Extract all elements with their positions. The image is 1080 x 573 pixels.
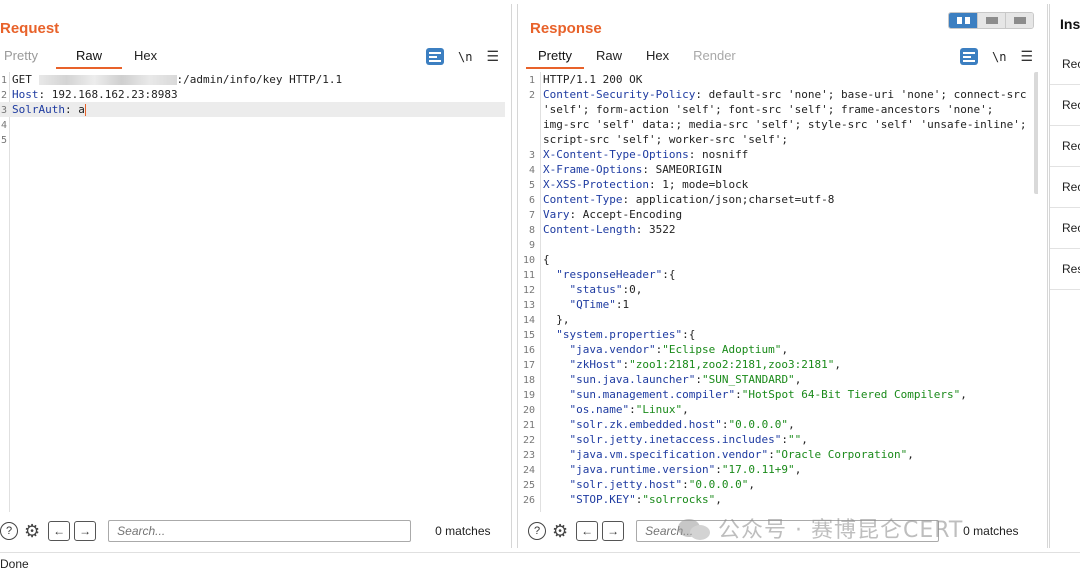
request-line: 5: [0, 135, 7, 146]
redacted-path: [38, 75, 177, 85]
response-json-line: 11 "responseHeader":{: [522, 268, 676, 281]
inspector-item[interactable]: Rec: [1050, 167, 1080, 208]
newline-toggle-icon[interactable]: \n: [992, 50, 1006, 64]
watermark: 公众号 · 赛博昆仑CERT: [676, 512, 963, 544]
response-json-line: 18 "sun.java.launcher":"SUN_STANDARD",: [522, 373, 802, 386]
request-match-count: 0 matches: [435, 524, 491, 538]
response-header-line: img-src 'self' data:; media-src 'self'; …: [543, 118, 1027, 131]
response-panel: Response Pretty Raw Hex Render \n ☰ 1 HTT…: [517, 4, 1048, 548]
tab-render[interactable]: Render: [681, 47, 748, 69]
watermark-text: 公众号 · 赛博昆仑CERT: [718, 518, 964, 543]
menu-icon[interactable]: ☰: [1020, 48, 1033, 65]
tab-pretty[interactable]: Pretty: [526, 47, 584, 69]
response-json-line: 22 "solr.jetty.inetaccess.includes":"",: [522, 433, 808, 446]
layout-tabs-icon[interactable]: [1005, 13, 1033, 28]
tab-raw[interactable]: Raw: [55, 47, 122, 69]
response-title: Response: [530, 20, 602, 37]
inspector-item[interactable]: Rec: [1050, 44, 1080, 85]
response-editor[interactable]: 1 HTTP/1.1 200 OK 2 Content-Security-Policy…: [518, 72, 1038, 512]
layout-horizontal-icon[interactable]: [977, 13, 1005, 28]
request-search-bar: ? ⚙ ← → 0 matches: [0, 516, 511, 546]
response-json-line: 13 "QTime":1: [522, 298, 630, 311]
request-tools: \n ☰: [425, 48, 499, 65]
response-header-line: 2 Content-Security-Policy: default-src 'n…: [528, 88, 1027, 101]
inspector-panel: Ins Rec Rec Rec Rec Rec Res: [1049, 4, 1080, 548]
help-icon[interactable]: ?: [528, 522, 546, 540]
word-wrap-icon[interactable]: [959, 48, 978, 65]
response-header-line: 9: [528, 240, 535, 251]
response-json-line: 10{: [522, 253, 550, 266]
tab-hex[interactable]: Hex: [122, 47, 169, 69]
help-icon[interactable]: ?: [0, 522, 18, 540]
response-json-line: 25 "solr.jetty.host":"0.0.0.0",: [522, 478, 755, 491]
tab-raw[interactable]: Raw: [584, 47, 634, 69]
response-header-line: 6 Content-Type: application/json;charset=…: [528, 193, 835, 206]
arrow-right-icon[interactable]: →: [74, 521, 97, 541]
gear-icon[interactable]: ⚙: [24, 522, 40, 540]
request-search-input[interactable]: [108, 520, 412, 542]
request-line: 1 GET :/admin/info/key HTTP/1.1: [0, 73, 343, 86]
tab-pretty[interactable]: Pretty: [0, 47, 56, 69]
inspector-title: Ins: [1060, 16, 1080, 32]
response-tools: \n ☰: [959, 48, 1033, 65]
status-bar: Done: [0, 552, 1080, 573]
inspector-item[interactable]: Rec: [1050, 126, 1080, 167]
response-tabs: Pretty Raw Hex Render: [526, 47, 748, 69]
response-header-line: 1 HTTP/1.1 200 OK: [528, 73, 643, 86]
response-header-line: 8 Content-Length: 3522: [528, 223, 676, 236]
response-json-line: 15 "system.properties":{: [522, 328, 696, 341]
response-header-line: 4 X-Frame-Options: SAMEORIGIN: [528, 163, 722, 176]
response-json-line: 17 "zkHost":"zoo1:2181,zoo2:2181,zoo3:21…: [522, 358, 842, 371]
request-panel: Request Pretty Raw Hex \n ☰ 1 GET :/admin…: [0, 4, 512, 548]
response-header-line: 5 X-XSS-Protection: 1; mode=block: [528, 178, 749, 191]
request-line: 2 Host: 192.168.162.23:8983: [0, 88, 178, 101]
request-title: Request: [0, 20, 60, 37]
request-editor[interactable]: 1 GET :/admin/info/key HTTP/1.1 2 Host: 19…: [0, 72, 505, 512]
response-json-line: 23 "java.vm.specification.vendor":"Oracl…: [522, 448, 914, 461]
response-json-line: 14 },: [522, 313, 570, 326]
request-tabs: Pretty Raw Hex: [0, 47, 169, 69]
layout-toggle: [948, 12, 1034, 29]
response-json-line: 24 "java.runtime.version":"17.0.11+9",: [522, 463, 802, 476]
response-json-line: 12 "status":0,: [522, 283, 643, 296]
arrow-left-icon[interactable]: ←: [576, 521, 599, 541]
inspector-item[interactable]: Rec: [1050, 208, 1080, 249]
arrow-right-icon[interactable]: →: [602, 521, 625, 541]
response-header-line: 7 Vary: Accept-Encoding: [528, 208, 683, 221]
response-header-line: 'self'; form-action 'self'; font-src 'se…: [543, 103, 994, 116]
inspector-item[interactable]: Rec: [1050, 85, 1080, 126]
gear-icon[interactable]: ⚙: [552, 522, 568, 540]
layout-side-by-side-icon[interactable]: [949, 13, 977, 28]
arrow-left-icon[interactable]: ←: [48, 521, 71, 541]
response-json-line: 19 "sun.management.compiler":"HotSpot 64…: [522, 388, 967, 401]
request-line-current: 3 SolrAuth: a: [0, 102, 505, 117]
text-cursor: [84, 104, 86, 116]
inspector-item[interactable]: Res: [1050, 249, 1080, 290]
menu-icon[interactable]: ☰: [486, 48, 499, 65]
tab-hex[interactable]: Hex: [634, 47, 681, 69]
wechat-logo-icon: [676, 515, 712, 541]
response-scrollbar[interactable]: [1034, 72, 1038, 194]
request-line: 4: [0, 120, 7, 131]
word-wrap-icon[interactable]: [425, 48, 444, 65]
response-json-line: 26 "STOP.KEY":"solrrocks",: [522, 493, 722, 506]
response-match-count: 0 matches: [963, 524, 1019, 538]
response-header-line: 3 X-Content-Type-Options: nosniff: [528, 148, 749, 161]
response-header-line: script-src 'self'; worker-src 'self';: [543, 133, 789, 146]
response-json-line: 16 "java.vendor":"Eclipse Adoptium",: [522, 343, 789, 356]
response-json-line: 21 "solr.zk.embedded.host":"0.0.0.0",: [522, 418, 795, 431]
newline-toggle-icon[interactable]: \n: [458, 50, 472, 64]
response-json-line: 20 "os.name":"Linux",: [522, 403, 689, 416]
